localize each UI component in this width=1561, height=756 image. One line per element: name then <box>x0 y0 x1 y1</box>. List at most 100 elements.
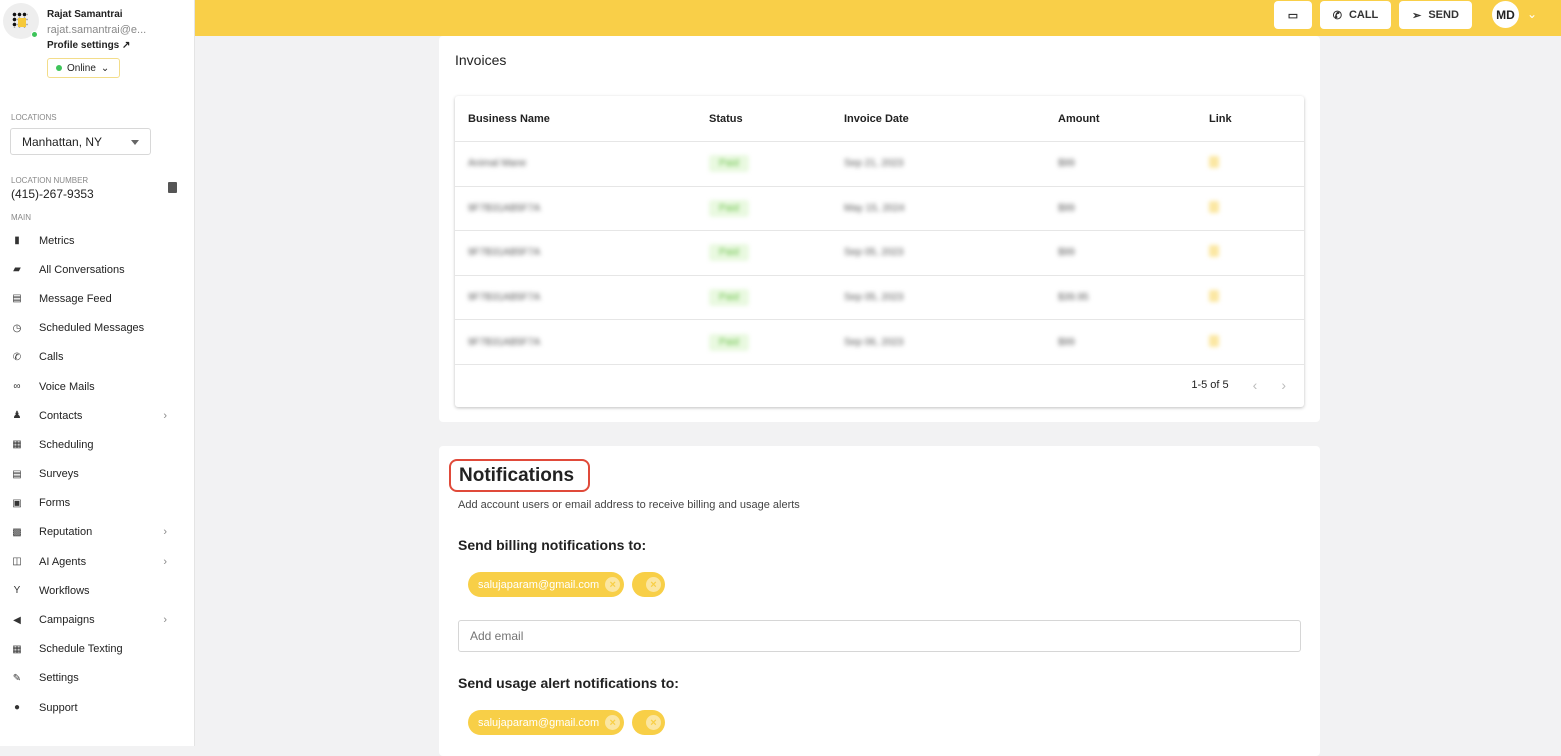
chat-icon: ▭ <box>1287 9 1299 22</box>
col-amount[interactable]: Amount <box>1045 113 1196 125</box>
next-page-icon[interactable]: › <box>1281 377 1286 393</box>
sidebar-item-message-feed[interactable]: ▤ Message Feed <box>0 284 195 313</box>
user-email: rajat.samantrai@e... <box>47 24 147 36</box>
contacts-icon: ♟ <box>12 410 22 422</box>
status-dropdown[interactable]: Online ⌄ <box>47 58 120 78</box>
settings-icon: ✎ <box>12 672 22 684</box>
invoice-link-icon[interactable] <box>1209 245 1219 258</box>
copy-icon[interactable] <box>168 182 177 193</box>
col-business-name[interactable]: Business Name <box>455 113 696 125</box>
sidebar-item-surveys[interactable]: ▤ Surveys <box>0 460 195 489</box>
invoices-card: Invoices Business Name Status Invoice Da… <box>439 36 1320 422</box>
call-button[interactable]: ✆ CALL <box>1320 1 1391 29</box>
sidebar-item-settings[interactable]: ✎ Settings <box>0 664 195 693</box>
remove-chip-icon[interactable]: × <box>605 715 621 730</box>
sidebar-item-workflows[interactable]: Y Workflows <box>0 576 195 605</box>
sidebar: Rajat Samantrai rajat.samantrai@e... Pro… <box>0 0 195 746</box>
chevron-right-icon: › <box>163 526 167 539</box>
send-button[interactable]: ➢ SEND <box>1399 1 1472 29</box>
sidebar-item-campaigns[interactable]: ◀ Campaigns › <box>0 605 195 634</box>
sidebar-item-label: Schedule Texting <box>39 643 123 656</box>
support-icon: ● <box>13 702 21 714</box>
sidebar-item-label: Reputation <box>39 526 93 539</box>
send-label: SEND <box>1428 9 1459 21</box>
remove-chip-icon[interactable]: × <box>646 577 661 592</box>
pagination: 1-5 of 5 ‹ › <box>455 363 1304 406</box>
invoice-date: May 15, 2024 <box>844 202 905 214</box>
remove-chip-icon[interactable]: × <box>646 715 661 730</box>
sidebar-item-reputation[interactable]: ▩ Reputation › <box>0 518 195 547</box>
main-label: MAIN <box>11 213 31 222</box>
invoice-link-icon[interactable] <box>1209 290 1219 303</box>
sidebar-item-label: Settings <box>39 672 79 685</box>
sidebar-item-forms[interactable]: ▣ Forms <box>0 489 195 518</box>
online-status-dot <box>31 31 38 38</box>
col-invoice-date[interactable]: Invoice Date <box>831 113 1045 125</box>
sidebar-item-ai-agents[interactable]: ◫ AI Agents › <box>0 547 195 576</box>
sidebar-item-metrics[interactable]: ▮ Metrics <box>0 226 195 255</box>
invoice-link-icon[interactable] <box>1209 156 1219 169</box>
business-name: Animal Mane <box>468 158 527 170</box>
invoices-title: Invoices <box>455 52 507 68</box>
amount: $99 <box>1058 336 1075 348</box>
prev-page-icon[interactable]: ‹ <box>1253 377 1258 393</box>
notifications-card: Notifications Add account users or email… <box>439 446 1320 756</box>
amount: $99 <box>1058 247 1075 259</box>
status-badge: Paid <box>709 333 750 351</box>
profile-settings-link[interactable]: Profile settings ↗ <box>47 40 130 51</box>
invoice-link-icon[interactable] <box>1209 200 1219 213</box>
call-label: CALL <box>1348 9 1379 21</box>
col-status[interactable]: Status <box>696 113 831 125</box>
col-link: Link <box>1209 112 1232 125</box>
chip-label: salujaparam@gmail.com <box>478 578 600 591</box>
metrics-icon: ▮ <box>14 235 20 247</box>
invoice-link-icon[interactable] <box>1209 334 1219 347</box>
sidebar-item-label: Campaigns <box>39 614 95 627</box>
sidebar-item-label: Forms <box>39 497 71 510</box>
add-email-input[interactable] <box>458 620 1301 652</box>
sidebar-item-label: Support <box>39 701 78 714</box>
chip-label: salujaparam@gmail.com <box>478 716 600 729</box>
schedule-texting-icon: ▦ <box>12 643 22 655</box>
locations-label: LOCATIONS <box>11 113 57 122</box>
billing-heading: Send billing notifications to: <box>458 537 647 553</box>
campaigns-icon: ◀ <box>13 614 21 626</box>
scheduling-icon: ▦ <box>12 439 22 451</box>
location-select[interactable]: Manhattan, NY <box>10 128 151 155</box>
sidebar-item-contacts[interactable]: ♟ Contacts › <box>0 401 195 430</box>
sidebar-item-voice-mails[interactable]: ∞ Voice Mails <box>0 372 195 401</box>
sidebar-item-support[interactable]: ● Support <box>0 693 195 722</box>
sidebar-item-label: Scheduled Messages <box>39 322 145 335</box>
amount: $99 <box>1058 202 1075 214</box>
sidebar-item-schedule-texting[interactable]: ▦ Schedule Texting <box>0 635 195 664</box>
sidebar-item-label: Contacts <box>39 409 83 422</box>
chevron-down-icon[interactable]: ⌄ <box>1527 7 1537 21</box>
user-avatar[interactable]: MD <box>1492 1 1519 28</box>
sidebar-item-scheduling[interactable]: ▦ Scheduling <box>0 430 195 459</box>
business-name: 9F7B31AB5F7A <box>468 247 541 259</box>
empty-chip: × <box>632 710 665 735</box>
business-name: 9F7B31AB5F7A <box>468 202 541 214</box>
sidebar-item-all-conversations[interactable]: ▰ All Conversations <box>0 255 195 284</box>
sidebar-item-label: Message Feed <box>39 292 112 305</box>
sidebar-item-calls[interactable]: ✆ Calls <box>0 343 195 372</box>
user-name: Rajat Samantrai <box>47 9 123 20</box>
chevron-right-icon: › <box>163 555 167 568</box>
message-feed-icon: ▤ <box>12 293 22 305</box>
remove-chip-icon[interactable]: × <box>605 577 621 592</box>
table-row: 9F7B31AB5F7A Paid Sep 06, 2023 $99 <box>455 319 1304 364</box>
status-badge: Paid <box>709 155 750 173</box>
external-link-icon: ↗ <box>122 40 131 51</box>
main-nav: ▮ Metrics ▰ All Conversations ▤ Message Feed ◷… <box>0 226 195 722</box>
sidebar-item-scheduled-messages[interactable]: ◷ Scheduled Messages <box>0 314 195 343</box>
sidebar-item-label: Surveys <box>39 468 79 481</box>
notifications-title: Notifications <box>449 459 591 492</box>
profile-settings-label: Profile settings <box>47 40 120 51</box>
invoice-date: Sep 21, 2023 <box>844 158 904 170</box>
send-icon: ➢ <box>1412 9 1422 22</box>
messages-button[interactable]: ▭ <box>1274 1 1312 29</box>
invoices-table: Business Name Status Invoice Date Amount… <box>455 96 1304 407</box>
amount: $39.95 <box>1058 292 1089 304</box>
chevron-right-icon: › <box>163 614 167 627</box>
company-logo <box>3 3 39 39</box>
